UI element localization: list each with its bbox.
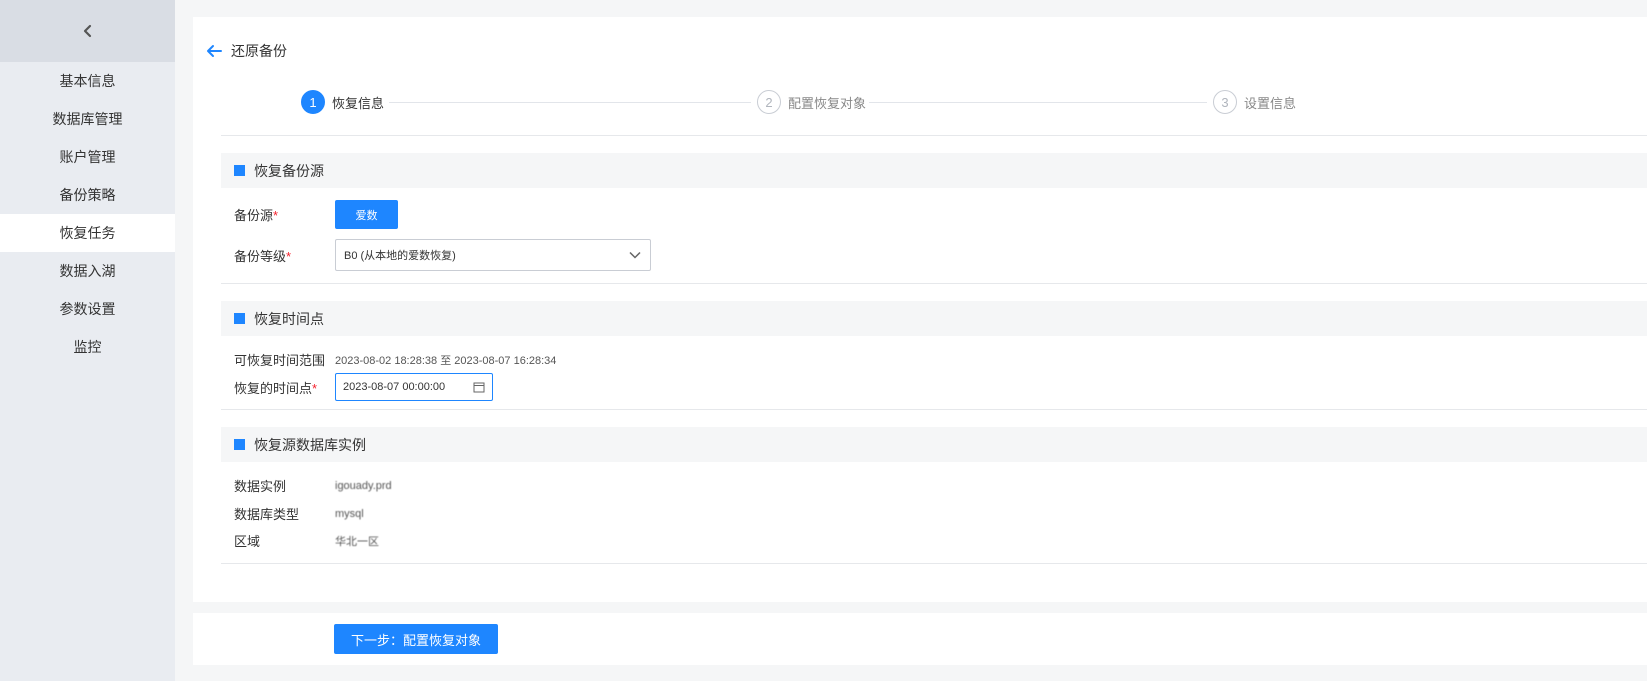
section-title: 恢复备份源 xyxy=(254,162,324,179)
sidebar-item-backup-policy[interactable]: 备份策略 xyxy=(0,176,175,214)
required-mark: * xyxy=(286,248,292,264)
section-header-source-instance: 恢复源数据库实例 xyxy=(221,427,1647,462)
field-label: 可恢复时间范围 xyxy=(234,353,326,368)
required-mark: * xyxy=(312,380,318,396)
field-label: 恢复的时间点* xyxy=(234,378,335,397)
step-connector xyxy=(869,102,1207,103)
section-marker xyxy=(234,313,245,324)
calendar-icon[interactable] xyxy=(473,381,485,393)
sidebar-nav: 基本信息 数据库管理 账户管理 备份策略 恢复任务 数据入湖 参数设置 监控 xyxy=(0,62,175,366)
sidebar-item-label: 基本信息 xyxy=(59,73,116,89)
instance-row: 数据实例 igouady.prd xyxy=(234,476,392,495)
sidebar-item-data-lake[interactable]: 数据入湖 xyxy=(0,252,175,290)
section-marker xyxy=(234,439,245,450)
footer-bar: 下一步：配置恢复对象 xyxy=(193,613,1647,665)
field-label: 区域 xyxy=(234,534,261,549)
section-header-backup-source: 恢复备份源 xyxy=(221,153,1647,188)
divider xyxy=(221,283,1647,284)
page-header: 还原备份 xyxy=(205,41,287,61)
sidebar-collapse-button[interactable] xyxy=(0,0,175,62)
sidebar-item-label: 参数设置 xyxy=(59,301,116,317)
main-panel: 还原备份 1 恢复信息 2 配置恢复对象 3 设置信息 恢复备份源 备份源* 爱… xyxy=(193,17,1647,602)
step-number: 1 xyxy=(301,90,325,114)
section-title: 恢复源数据库实例 xyxy=(254,436,366,453)
step-number: 3 xyxy=(1213,90,1237,114)
field-label: 备份源* xyxy=(234,205,335,224)
next-step-button[interactable]: 下一步：配置恢复对象 xyxy=(334,624,498,654)
divider xyxy=(221,135,1647,136)
backup-source-row: 备份源* 爱数 xyxy=(234,200,398,229)
instance-value: igouady.prd xyxy=(335,479,392,492)
sidebar: 基本信息 数据库管理 账户管理 备份策略 恢复任务 数据入湖 参数设置 监控 xyxy=(0,0,175,681)
sidebar-item-label: 恢复任务 xyxy=(59,225,116,241)
divider xyxy=(221,563,1647,564)
sidebar-item-basic-info[interactable]: 基本信息 xyxy=(0,62,175,100)
step-1: 1 恢复信息 xyxy=(301,90,384,114)
field-label: 备份等级* xyxy=(234,246,335,265)
step-3: 3 设置信息 xyxy=(1213,90,1296,114)
required-mark: * xyxy=(273,208,279,223)
step-label: 配置恢复对象 xyxy=(788,95,867,111)
select-value: B0 (从本地的爱数恢复) xyxy=(344,250,456,262)
stepper: 1 恢复信息 2 配置恢复对象 3 设置信息 xyxy=(301,90,1341,116)
divider xyxy=(221,409,1647,410)
sidebar-item-label: 监控 xyxy=(73,339,102,355)
sidebar-item-account-management[interactable]: 账户管理 xyxy=(0,138,175,176)
section-title: 恢复时间点 xyxy=(254,310,324,327)
sidebar-item-parameter-settings[interactable]: 参数设置 xyxy=(0,290,175,328)
section-header-recovery-time: 恢复时间点 xyxy=(221,301,1647,336)
sidebar-item-label: 数据入湖 xyxy=(59,263,116,279)
sidebar-item-restore-task[interactable]: 恢复任务 xyxy=(0,214,175,252)
chevron-down-icon xyxy=(629,251,641,259)
step-2: 2 配置恢复对象 xyxy=(757,90,866,114)
sidebar-item-label: 账户管理 xyxy=(59,149,116,165)
recovery-range-row: 可恢复时间范围 2023-08-02 18:28:38 至 2023-08-07… xyxy=(234,350,556,369)
dbtype-value: mysql xyxy=(335,507,364,520)
recovery-time-input[interactable]: 2023-08-07 00:00:00 xyxy=(335,373,493,401)
field-label-text: 备份等级 xyxy=(234,248,287,264)
backup-level-row: 备份等级* B0 (从本地的爱数恢复) xyxy=(234,239,651,271)
field-label-text: 备份源 xyxy=(234,208,274,223)
sidebar-item-monitoring[interactable]: 监控 xyxy=(0,328,175,366)
section-marker xyxy=(234,165,245,176)
field-label: 数据实例 xyxy=(234,479,287,494)
backup-level-select[interactable]: B0 (从本地的爱数恢复) xyxy=(335,239,651,271)
chevron-left-icon xyxy=(83,24,91,38)
step-number: 2 xyxy=(757,90,781,114)
recovery-range-value: 2023-08-02 18:28:38 至 2023-08-07 16:28:3… xyxy=(335,354,557,367)
dbtype-row: 数据库类型 mysql xyxy=(234,504,364,523)
recovery-point-row: 恢复的时间点* 2023-08-07 00:00:00 xyxy=(234,373,493,401)
step-label: 恢复信息 xyxy=(332,95,385,111)
region-row: 区域 华北一区 xyxy=(234,531,379,550)
arrow-left-icon[interactable] xyxy=(205,42,223,60)
field-label-text: 恢复的时间点 xyxy=(234,380,313,396)
page-title: 还原备份 xyxy=(231,43,287,59)
date-value: 2023-08-07 00:00:00 xyxy=(343,381,446,393)
field-label: 数据库类型 xyxy=(234,507,300,522)
sidebar-item-label: 备份策略 xyxy=(59,187,116,203)
step-label: 设置信息 xyxy=(1244,95,1297,111)
backup-source-button[interactable]: 爱数 xyxy=(335,200,398,229)
step-connector xyxy=(389,102,751,103)
sidebar-item-label: 数据库管理 xyxy=(52,111,123,127)
sidebar-item-database-management[interactable]: 数据库管理 xyxy=(0,100,175,138)
region-value: 华北一区 xyxy=(335,535,379,548)
